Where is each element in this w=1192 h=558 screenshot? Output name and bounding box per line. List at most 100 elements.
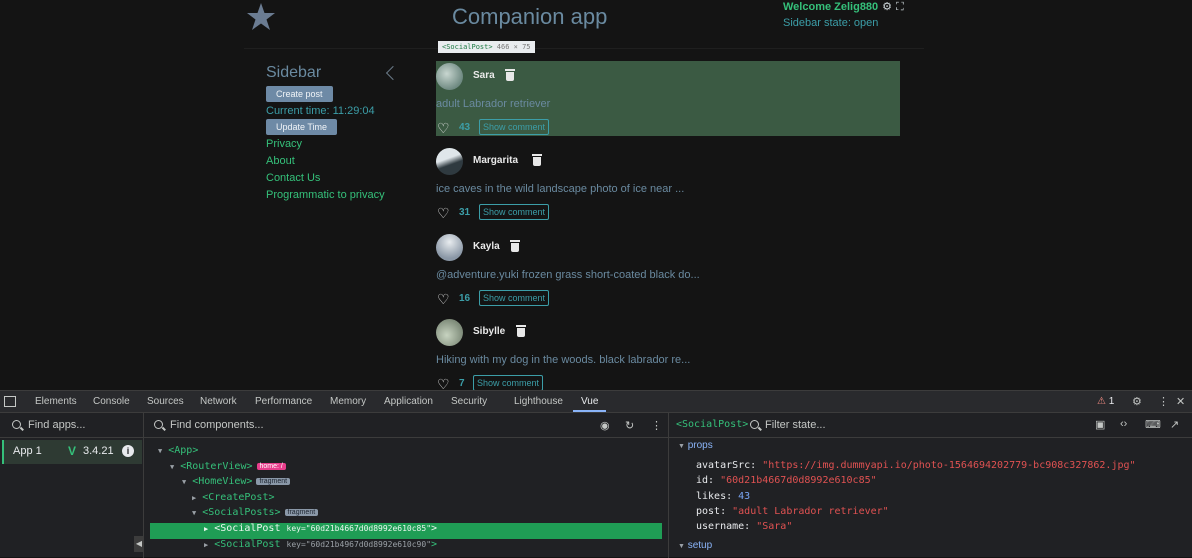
expand-arrow-icon: ▼ [678, 443, 685, 450]
post-text: @adventure.yuki frozen grass short-coate… [436, 268, 700, 281]
refresh-icon[interactable]: ↻ [625, 419, 634, 432]
filter-state-input[interactable]: Filter state... [765, 419, 826, 431]
inspect-dom-icon[interactable]: ⌨ [1145, 418, 1161, 431]
expand-arrow-icon[interactable]: ▼ [182, 478, 186, 486]
prop-value: 43 [738, 491, 751, 502]
trash-icon[interactable] [510, 239, 520, 252]
star-logo-icon [247, 3, 275, 30]
state-component-name: <SocialPost> [676, 419, 749, 430]
show-comment-button[interactable]: Show comment [473, 375, 544, 391]
filter-state-bar: <SocialPost> Filter state... ▣ ‹› ⌨ ↗ [669, 413, 1192, 438]
tab-elements[interactable]: Elements [35, 396, 77, 407]
tab-sources[interactable]: Sources [147, 396, 184, 407]
collapsed-arrow-icon[interactable]: ▶ [204, 541, 208, 549]
warning-icon: ⚠ [1097, 396, 1106, 407]
expand-arrow-icon[interactable]: ▼ [158, 447, 162, 455]
likes-count: 7 [459, 378, 465, 389]
collapsed-arrow-icon[interactable]: ▶ [192, 494, 196, 502]
props-section-header[interactable]: ▼ props [678, 440, 713, 451]
social-post: Sara adult Labrador retriever ♡ 43 Show … [436, 61, 900, 136]
tree-node-selected[interactable]: ▶ <SocialPost key="60d21b4667d0d8992e610… [150, 522, 662, 539]
tab-performance[interactable]: Performance [255, 396, 312, 407]
tree-node[interactable]: ▼ <RouterView> home: / [148, 461, 668, 477]
app-name: App 1 [13, 445, 42, 457]
tab-memory[interactable]: Memory [330, 396, 366, 407]
find-apps-input[interactable]: Find apps... [28, 419, 85, 431]
current-time: Current time: 11:29:04 [266, 105, 375, 117]
create-post-button[interactable]: Create post [266, 86, 333, 102]
tab-security[interactable]: Security [451, 396, 487, 407]
find-components-input[interactable]: Find components... [170, 419, 264, 431]
tab-network[interactable]: Network [200, 396, 237, 407]
tree-node[interactable]: ▼ <App> [148, 445, 668, 461]
post-username: Kayla [473, 240, 500, 252]
show-comment-button[interactable]: Show comment [479, 289, 550, 306]
tree-node[interactable]: ▶ <SocialPost key="60d21b4967d0d8992e610… [148, 539, 668, 555]
settings-gear-icon[interactable]: ⚙ [1132, 395, 1142, 408]
prop-row: id: "60d21b4667d0d8992e610c85" [696, 475, 877, 486]
gear-icon[interactable]: ⚙ [882, 1, 892, 13]
show-comment-button[interactable]: Show comment [479, 204, 550, 220]
post-text: adult Labrador retriever [436, 98, 551, 110]
dock-side-icon[interactable] [4, 396, 16, 407]
screenshot-icon[interactable]: ▣ [1095, 418, 1105, 431]
tree-node[interactable]: ▶ <CreatePost> [148, 492, 668, 508]
setup-label: setup [687, 540, 713, 551]
heart-icon[interactable]: ♡ [437, 377, 450, 391]
trash-icon[interactable] [532, 154, 542, 166]
social-post: Margarita ice caves in the wild landscap… [436, 146, 900, 232]
avatar [436, 319, 463, 346]
tree-node-label: <CreatePost> [202, 491, 275, 503]
devtools-tab-bar: Elements Console Sources Network Perform… [0, 391, 1192, 413]
post-username: Margarita [473, 155, 519, 166]
tree-node-close: > [431, 522, 438, 534]
setup-section-header[interactable]: ▼ setup [678, 540, 712, 551]
avatar [436, 63, 463, 90]
tree-node-key: key="60d21b4667d0d8992e610c85" [286, 523, 432, 533]
welcome-text: Welcome Zelig880 [783, 1, 879, 13]
nav-link-programmatic-privacy[interactable]: Programmatic to privacy [266, 189, 406, 201]
fragment-badge: fragment [284, 509, 319, 517]
update-time-button[interactable]: Update Time [266, 119, 338, 135]
props-label: props [687, 440, 713, 451]
collapse-panel-icon[interactable]: ◀ [134, 536, 144, 552]
tab-application[interactable]: Application [384, 396, 433, 407]
prop-row: likes: 43 [696, 491, 750, 502]
info-icon[interactable]: i [122, 445, 134, 457]
show-comment-button[interactable]: Show comment [479, 119, 550, 135]
header-divider [244, 48, 924, 49]
more-icon[interactable]: ⋮ [651, 419, 662, 432]
select-component-icon[interactable]: ◉ [600, 419, 610, 432]
nav-link-about[interactable]: About [266, 155, 406, 167]
tree-node-label: <SocialPost [214, 538, 281, 550]
tab-vue[interactable]: Vue [581, 396, 598, 407]
nav-link-contact-us[interactable]: Contact Us [266, 172, 406, 184]
nav-link-privacy[interactable]: Privacy [266, 138, 406, 150]
heart-icon[interactable]: ♡ [437, 206, 450, 220]
collapsed-arrow-icon[interactable]: ▶ [204, 525, 208, 533]
prop-row: post: "adult Labrador retriever" [696, 506, 889, 517]
tab-console[interactable]: Console [93, 396, 130, 407]
social-posts: Sara adult Labrador retriever ♡ 43 Show … [436, 61, 900, 403]
code-icon[interactable]: ‹› [1120, 418, 1127, 430]
fullscreen-icon[interactable]: ⛶ [896, 1, 904, 13]
heart-icon[interactable]: ♡ [437, 292, 450, 306]
app-list-item[interactable]: App 1 V 3.4.21 i [2, 440, 142, 464]
more-options-icon[interactable]: ⋮ [1158, 395, 1169, 408]
heart-icon[interactable]: ♡ [437, 121, 450, 135]
avatar [436, 148, 463, 175]
trash-icon[interactable] [516, 325, 526, 337]
tree-node[interactable]: ▼ <HomeView> fragment [148, 476, 668, 492]
close-devtools-icon[interactable]: ✕ [1176, 395, 1185, 408]
avatar [436, 233, 463, 261]
open-in-editor-icon[interactable]: ↗ [1170, 418, 1179, 431]
search-icon [154, 420, 163, 429]
trash-icon[interactable] [505, 69, 515, 81]
tree-node[interactable]: ▼ <SocialPosts> fragment [148, 507, 668, 523]
tooltip-tag: <SocialPost> [442, 43, 493, 51]
expand-arrow-icon[interactable]: ▼ [192, 509, 196, 517]
tab-lighthouse[interactable]: Lighthouse [514, 396, 563, 407]
expand-arrow-icon[interactable]: ▼ [170, 463, 174, 471]
warnings-badge[interactable]: ⚠ 1 [1097, 396, 1114, 407]
vue-version: 3.4.21 [83, 445, 114, 457]
